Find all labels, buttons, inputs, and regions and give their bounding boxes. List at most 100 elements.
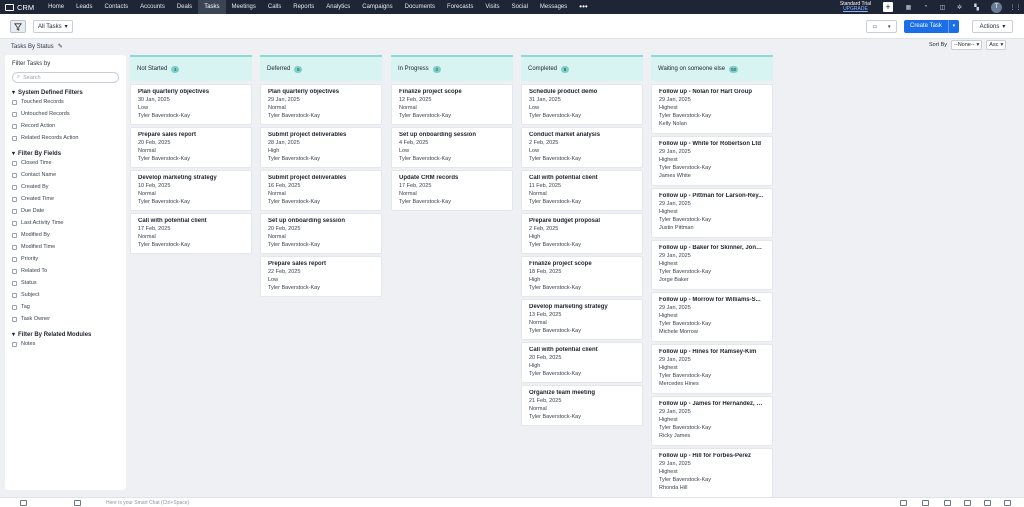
smart-chat-input[interactable]: Here is your Smart Chat (Ctrl+Space) — [106, 500, 189, 506]
system-filter-item[interactable]: Touched Records — [12, 96, 119, 108]
task-card[interactable]: Submit project deliverables 28 Jan, 2025 H… — [260, 127, 382, 168]
chat-icon[interactable] — [20, 500, 27, 506]
field-filter-item[interactable]: Status — [12, 277, 119, 289]
nav-item-tasks[interactable]: Tasks — [198, 0, 226, 14]
field-filter-item[interactable]: Subject — [12, 289, 119, 301]
nav-item-analytics[interactable]: Analytics — [320, 0, 356, 14]
filter-checkbox[interactable] — [12, 341, 17, 347]
filter-toggle-button[interactable] — [10, 20, 26, 33]
field-filter-item[interactable]: Created By — [12, 181, 119, 193]
nav-item-reports[interactable]: Reports — [287, 0, 320, 14]
document-icon[interactable] — [964, 500, 971, 506]
nav-item-documents[interactable]: Documents — [399, 0, 441, 14]
actions-button[interactable]: Actions ▾ — [972, 20, 1013, 33]
clipboard-icon[interactable] — [944, 500, 951, 506]
task-title[interactable]: Finalize project scope — [399, 89, 505, 97]
field-filters-header[interactable]: ▾ Filter By Fields — [12, 150, 119, 158]
quick-create-icon[interactable]: + — [883, 2, 893, 12]
calendar-icon[interactable]: ▦ — [904, 3, 913, 12]
nav-item-accounts[interactable]: Accounts — [134, 0, 171, 14]
filter-checkbox[interactable] — [12, 316, 17, 322]
task-card[interactable]: Develop marketing strategy 13 Feb, 2025 No… — [521, 299, 643, 340]
filter-checkbox[interactable] — [12, 160, 17, 166]
field-filter-item[interactable]: Due Date — [12, 205, 119, 217]
field-filter-item[interactable]: Created Time — [12, 193, 119, 205]
task-title[interactable]: Update CRM records — [399, 175, 505, 183]
task-title[interactable]: Develop marketing strategy — [529, 304, 635, 312]
filter-checkbox[interactable] — [12, 220, 17, 226]
apps-grid-icon[interactable]: ▚ — [972, 3, 981, 12]
task-title[interactable]: Conduct market analysis — [529, 132, 635, 140]
filter-checkbox[interactable] — [12, 111, 17, 117]
task-card[interactable]: Schedule product demo 31 Jan, 2025 Low Tyle… — [521, 84, 643, 125]
filter-checkbox[interactable] — [12, 304, 17, 310]
field-filter-item[interactable]: Tag — [12, 301, 119, 313]
filter-checkbox[interactable] — [12, 232, 17, 238]
filter-checkbox[interactable] — [12, 99, 17, 105]
task-card[interactable]: Finalize project scope 18 Feb, 2025 High Ty… — [521, 256, 643, 297]
field-filter-item[interactable]: Closed Time — [12, 157, 119, 169]
task-card[interactable]: Develop marketing strategy 10 Feb, 2025 No… — [130, 170, 252, 211]
filter-search-input[interactable]: ⌕ Search — [12, 72, 119, 83]
task-title[interactable]: Follow up - Hines for Ramsey-Kim — [659, 349, 765, 357]
task-card[interactable]: Organize team meeting 21 Feb, 2025 Normal T… — [521, 385, 643, 426]
task-card[interactable]: Finalize project scope 12 Feb, 2025 Normal… — [391, 84, 513, 125]
upgrade-link[interactable]: UPGRADE — [840, 6, 871, 13]
system-filter-item[interactable]: Record Action — [12, 120, 119, 132]
task-card[interactable]: Call with potential client 17 Feb, 2025 No… — [130, 213, 252, 254]
view-selector[interactable]: All Tasks ▾ — [33, 20, 73, 33]
nav-item-calls[interactable]: Calls — [262, 0, 287, 14]
marketplace-icon[interactable]: ◫ — [938, 3, 947, 12]
task-card[interactable]: Follow up - James for Hernandez, Ji... 29… — [651, 396, 773, 446]
filter-checkbox[interactable] — [12, 208, 17, 214]
task-card[interactable]: Update CRM records 17 Feb, 2025 Normal Tyle… — [391, 170, 513, 211]
announcement-icon[interactable] — [922, 500, 929, 506]
task-card[interactable]: Call with potential client 20 Feb, 2025 Hi… — [521, 342, 643, 383]
layout-view-toggle[interactable]: ▭ ▾ — [866, 20, 897, 33]
task-title[interactable]: Follow up - Hill for Forbes-Perez — [659, 453, 765, 461]
task-title[interactable]: Follow up - Pittman for Larson-Rey... — [659, 193, 765, 201]
task-card[interactable]: Follow up - Nolan for Hart Group 29 Jan, … — [651, 84, 773, 134]
task-title[interactable]: Develop marketing strategy — [138, 175, 244, 183]
task-title[interactable]: Prepare sales report — [138, 132, 244, 140]
filter-checkbox[interactable] — [12, 292, 17, 298]
task-title[interactable]: Call with potential client — [138, 218, 244, 226]
task-card[interactable]: Call with potential client 11 Feb, 2025 No… — [521, 170, 643, 211]
task-card[interactable]: Follow up - Hines for Ramsey-Kim 29 Jan, … — [651, 344, 773, 394]
task-card[interactable]: Prepare sales report 22 Feb, 2025 Low Tyler… — [260, 256, 382, 297]
filter-checkbox[interactable] — [12, 280, 17, 286]
task-card[interactable]: Prepare budget proposal 2 Feb, 2025 High Ty… — [521, 213, 643, 254]
edit-pencil-icon[interactable]: ✎ — [58, 43, 63, 50]
nav-item-deals[interactable]: Deals — [171, 0, 198, 14]
more-modules-icon[interactable]: ••• — [573, 1, 593, 13]
task-title[interactable]: Prepare sales report — [268, 261, 374, 269]
trial-info[interactable]: Standard Trial UPGRADE — [840, 1, 871, 13]
system-filter-item[interactable]: Related Records Action — [12, 132, 119, 144]
create-task-dropdown-icon[interactable]: ▾ — [947, 20, 959, 33]
field-filter-item[interactable]: Modified Time — [12, 241, 119, 253]
task-title[interactable]: Plan quarterly objectives — [268, 89, 374, 97]
notifications-icon[interactable]: ◔ — [921, 3, 930, 12]
task-title[interactable]: Schedule product demo — [529, 89, 635, 97]
nav-item-campaigns[interactable]: Campaigns — [356, 0, 398, 14]
task-title[interactable]: Follow up - Nolan for Hart Group — [659, 89, 765, 97]
task-title[interactable]: Follow up - James for Hernandez, Ji... — [659, 401, 765, 409]
apps-menu-icon[interactable]: ⋮⋮ — [1010, 3, 1022, 12]
field-filter-item[interactable]: Contact Name — [12, 169, 119, 181]
help-icon[interactable] — [900, 500, 907, 506]
related-filter-item[interactable]: Notes — [12, 338, 119, 350]
sort-field-select[interactable]: --None-- ▾ — [951, 40, 983, 50]
nav-item-contacts[interactable]: Contacts — [98, 0, 134, 14]
field-filter-item[interactable]: Last Activity Time — [12, 217, 119, 229]
nav-item-social[interactable]: Social — [506, 0, 534, 14]
task-card[interactable]: Follow up - Hill for Forbes-Perez 29 Jan,… — [651, 448, 773, 498]
filter-checkbox[interactable] — [12, 184, 17, 190]
create-task-button[interactable]: Create Task — [904, 20, 948, 33]
task-title[interactable]: Prepare budget proposal — [529, 218, 635, 226]
task-card[interactable]: Set up onboarding session 20 Feb, 2025 Nor… — [260, 213, 382, 254]
task-card[interactable]: Conduct market analysis 2 Feb, 2025 Low Tyl… — [521, 127, 643, 168]
filter-checkbox[interactable] — [12, 196, 17, 202]
task-card[interactable]: Prepare sales report 20 Feb, 2025 Normal Ty… — [130, 127, 252, 168]
system-filter-item[interactable]: Untouched Records — [12, 108, 119, 120]
task-title[interactable]: Plan quarterly objectives — [138, 89, 244, 97]
